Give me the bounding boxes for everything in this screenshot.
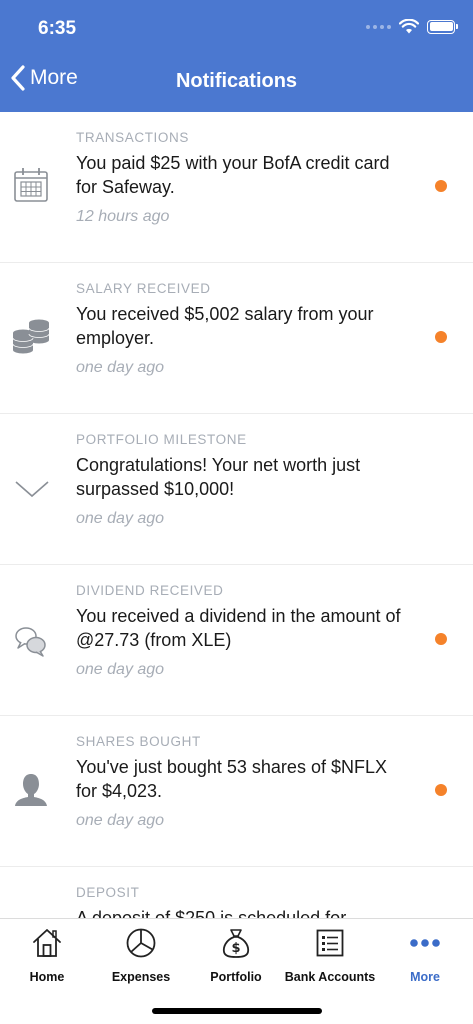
notification-item[interactable]: SHARES BOUGHT You've just bought 53 shar…: [0, 716, 473, 867]
battery-icon: [427, 19, 458, 34]
tab-home[interactable]: Home: [0, 927, 94, 984]
calendar-icon: [14, 168, 48, 202]
notification-message: Congratulations! Your net worth just sur…: [76, 455, 361, 499]
notification-category: DIVIDEND RECEIVED: [76, 583, 224, 598]
notification-time: one day ago: [76, 510, 165, 527]
notification-message: You paid $25 with your BofA credit card …: [76, 153, 390, 197]
notification-item[interactable]: TRANSACTIONS You paid $25 with your BofA…: [0, 112, 473, 263]
notification-message: You've just bought 53 shares of $NFLX fo…: [76, 757, 387, 801]
tab-bank-accounts[interactable]: Bank Accounts: [283, 927, 377, 984]
notification-category: TRANSACTIONS: [76, 130, 189, 145]
tab-label: Bank Accounts: [284, 970, 376, 984]
navigation-header: 6:35 More Notifications: [0, 0, 473, 112]
unread-dot: [435, 331, 447, 343]
svg-text:$: $: [231, 941, 240, 956]
notification-item[interactable]: DEPOSIT A deposit of $250 is scheduled f…: [0, 867, 473, 918]
home-icon: [33, 929, 61, 957]
notification-message: You received a dividend in the amount of…: [76, 606, 401, 650]
notification-message: You received $5,002 salary from your emp…: [76, 304, 374, 348]
notification-item[interactable]: PORTFOLIO MILESTONE Congratulations! You…: [0, 414, 473, 565]
tab-expenses[interactable]: Expenses: [94, 927, 188, 984]
chevron-down-icon: [15, 481, 49, 498]
money-bag-icon: $: [222, 929, 250, 958]
notification-message: A deposit of $250 is scheduled for: [76, 908, 347, 918]
unread-dot: [435, 180, 447, 192]
notification-time: one day ago: [76, 812, 165, 829]
more-dots-icon: [410, 939, 440, 947]
tab-more[interactable]: More: [378, 927, 472, 984]
page-title: Notifications: [175, 70, 298, 92]
notification-item[interactable]: DIVIDEND RECEIVED You received a dividen…: [0, 565, 473, 716]
status-time: 6:35: [38, 18, 77, 39]
notification-time: one day ago: [76, 359, 165, 376]
notification-time: one day ago: [76, 661, 165, 678]
tab-label: Home: [29, 970, 65, 984]
tab-portfolio[interactable]: $ Portfolio: [189, 927, 283, 984]
tab-label: Portfolio: [210, 970, 262, 984]
unread-dot: [435, 784, 447, 796]
notification-item[interactable]: SALARY RECEIVED You received $5,002 sala…: [0, 263, 473, 414]
notification-list[interactable]: TRANSACTIONS You paid $25 with your BofA…: [0, 112, 473, 918]
home-indicator: [152, 1008, 322, 1014]
signal-icon: [366, 24, 391, 29]
pie-chart-icon: [126, 928, 156, 958]
notification-time: 12 hours ago: [76, 208, 170, 225]
coins-icon: [12, 319, 50, 354]
chat-bubbles-icon: [15, 627, 46, 657]
unread-dot: [435, 633, 447, 645]
notification-category: SALARY RECEIVED: [76, 281, 211, 296]
notification-category: SHARES BOUGHT: [76, 734, 201, 749]
notification-category: PORTFOLIO MILESTONE: [76, 432, 247, 447]
list-icon: [316, 929, 344, 957]
tab-label: Expenses: [111, 970, 171, 984]
person-icon: [15, 774, 47, 806]
wifi-icon: [399, 19, 419, 34]
tab-label: More: [410, 970, 440, 984]
notification-category: DEPOSIT: [76, 885, 140, 900]
status-icons: [366, 19, 458, 34]
